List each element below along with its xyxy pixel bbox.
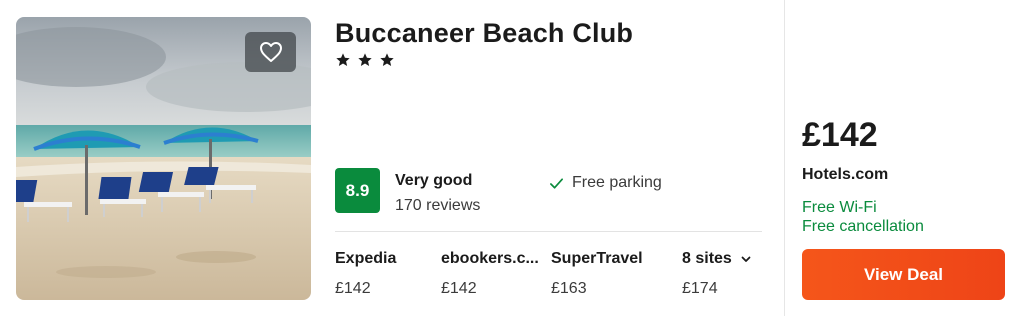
star-icon xyxy=(358,53,372,66)
site-offer-expedia[interactable]: Expedia £142 xyxy=(335,250,396,298)
amenity-free-parking: Free parking xyxy=(549,174,662,192)
rating-score-badge: 8.9 xyxy=(335,168,380,213)
site-price: £142 xyxy=(335,280,371,297)
star-rating xyxy=(335,52,395,68)
review-count-link[interactable]: 170 reviews xyxy=(395,197,480,215)
more-sites-dropdown[interactable]: 8 sites £174 xyxy=(682,250,752,298)
check-icon xyxy=(550,177,563,189)
rating-label: Very good xyxy=(395,172,473,189)
favorite-button[interactable] xyxy=(245,32,296,72)
site-offer-ebookers[interactable]: ebookers.c... £142 xyxy=(441,250,539,298)
hotel-name[interactable]: Buccaneer Beach Club xyxy=(335,18,633,49)
site-price: £142 xyxy=(441,280,477,297)
deal-site-name: Hotels.com xyxy=(802,166,889,183)
hotel-result-card: Buccaneer Beach Club 8.9 Very good 170 r… xyxy=(0,0,1024,316)
site-name: ebookers.c... xyxy=(441,250,539,267)
deal-price: £142 xyxy=(802,116,878,154)
amenity-label: Free parking xyxy=(572,174,662,191)
site-price: £163 xyxy=(551,280,587,297)
more-sites-price: £174 xyxy=(682,280,718,297)
chevron-down-icon xyxy=(741,256,751,262)
view-deal-button[interactable]: View Deal xyxy=(802,249,1005,300)
deal-feature-wifi: Free Wi-Fi xyxy=(802,199,877,216)
heart-icon xyxy=(259,42,282,62)
site-name: SuperTravel xyxy=(551,250,643,267)
star-icon xyxy=(336,53,350,66)
site-offer-supertravel[interactable]: SuperTravel £163 xyxy=(551,250,643,298)
deal-feature-cancellation: Free cancellation xyxy=(802,218,924,235)
divider xyxy=(335,231,762,232)
site-name: Expedia xyxy=(335,250,397,267)
star-icon xyxy=(380,53,394,66)
column-divider xyxy=(784,0,785,316)
more-sites-label: 8 sites xyxy=(682,250,732,267)
